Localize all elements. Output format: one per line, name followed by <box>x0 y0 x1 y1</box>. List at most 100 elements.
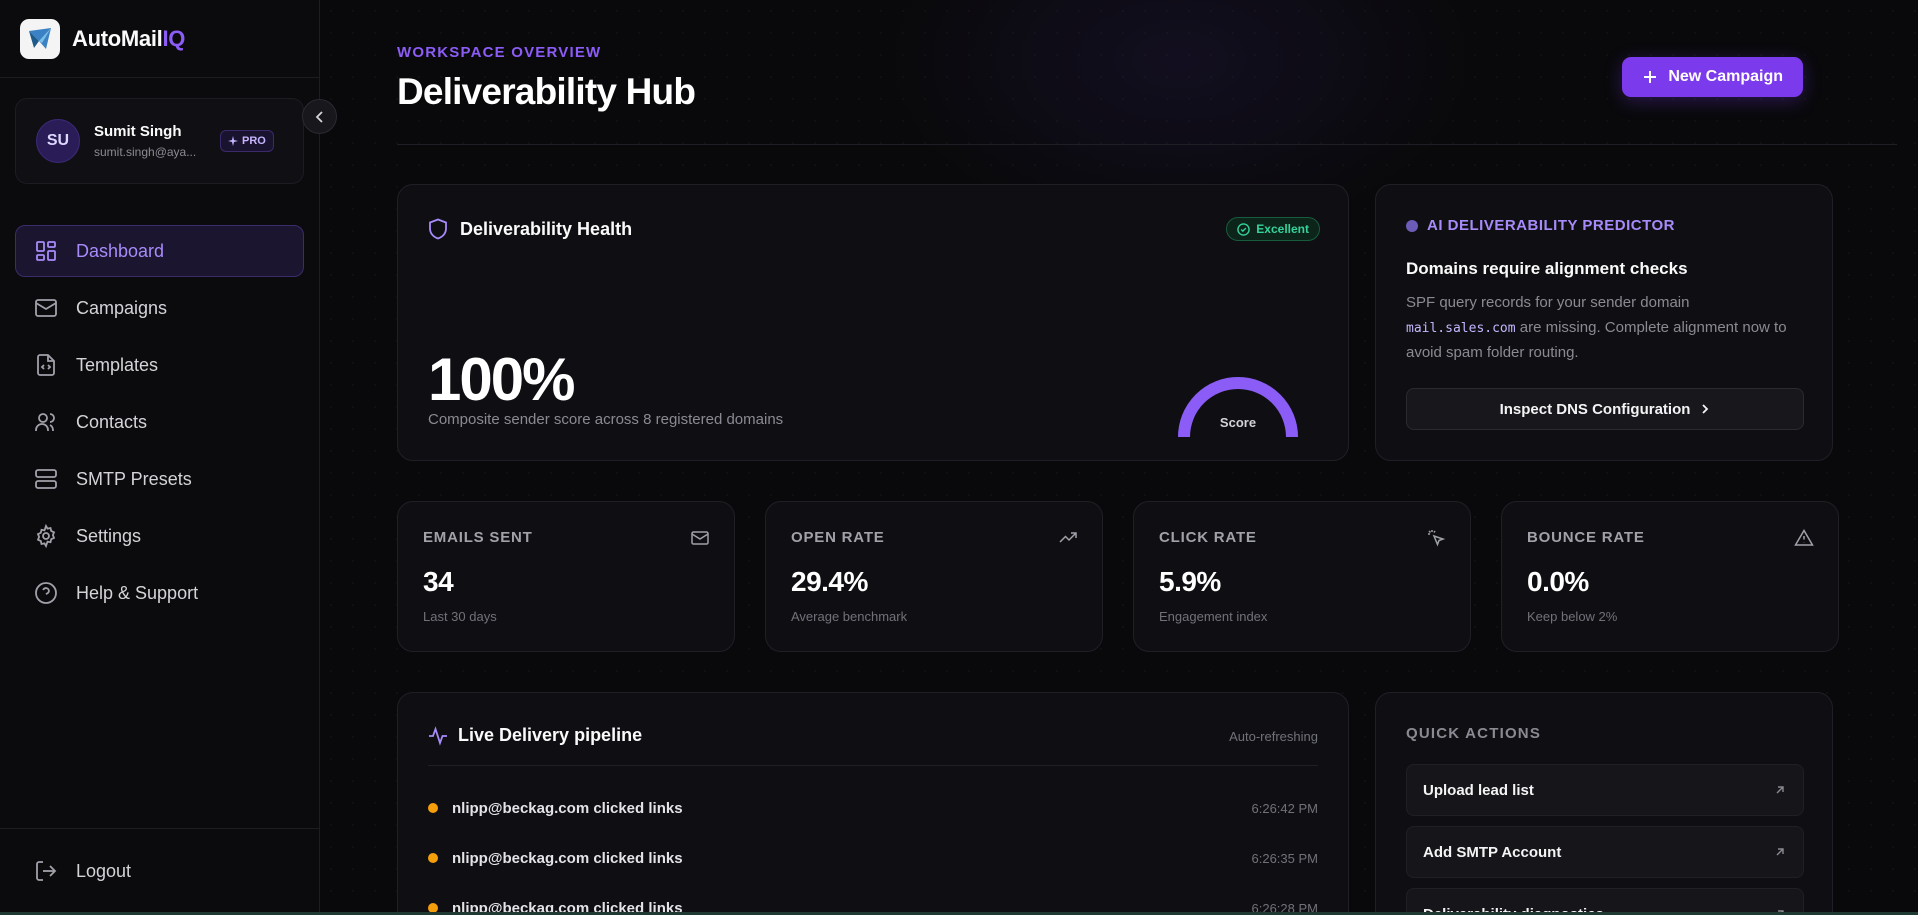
ai-status-dot <box>1406 219 1418 232</box>
user-card[interactable]: SU Sumit Singh sumit.singh@aya... PRO <box>15 98 304 184</box>
pipeline-event-list: nlipp@beckag.com clicked links 6:26:42 P… <box>428 783 1318 915</box>
health-score-subtitle: Composite sender score across 8 register… <box>428 411 784 428</box>
event-time: 6:26:35 PM <box>1251 850 1319 866</box>
ai-predictor-title: Domains require alignment checks <box>1406 259 1688 278</box>
pointer-click-icon <box>1428 530 1446 547</box>
new-campaign-label: New Campaign <box>1668 68 1783 85</box>
page-header: WORKSPACE OVERVIEW Deliverability Hub Ne… <box>397 44 1897 145</box>
quick-action-upload-lead-list[interactable]: Upload lead list <box>1406 764 1804 816</box>
mail-icon <box>691 531 709 545</box>
logout-icon <box>36 861 57 881</box>
stat-card-emails-sent: EMAILS SENT 34 Last 30 days <box>397 501 735 652</box>
sidebar-footer: Logout <box>0 828 320 915</box>
users-icon <box>35 413 55 431</box>
trending-up-icon <box>1059 532 1077 543</box>
quick-action-label: Add SMTP Account <box>1423 843 1562 861</box>
stat-value: 34 <box>423 566 454 597</box>
user-info: Sumit Singh sumit.singh@aya... <box>94 123 206 159</box>
pipeline-header: Live Delivery pipeline <box>428 725 642 746</box>
file-code-icon <box>37 354 55 376</box>
stat-subtitle: Last 30 days <box>423 609 497 624</box>
stat-value: 29.4% <box>791 566 868 597</box>
sidebar-item-templates[interactable]: Templates <box>15 339 304 391</box>
live-delivery-pipeline-card: Live Delivery pipeline Auto-refreshing n… <box>397 692 1349 915</box>
sidebar-item-label: Campaigns <box>76 297 168 318</box>
shield-icon <box>429 218 447 240</box>
sidebar-item-settings[interactable]: Settings <box>15 510 304 562</box>
stat-card-bounce-rate: BOUNCE RATE 0.0% Keep below 2% <box>1501 501 1839 652</box>
pro-badge: PRO <box>220 130 274 152</box>
stat-card-open-rate: OPEN RATE 29.4% Average benchmark <box>765 501 1103 652</box>
sidebar-item-label: Contacts <box>76 411 148 432</box>
logout-button[interactable]: Logout <box>15 845 305 897</box>
ai-predictor-header: AI DELIVERABILITY PREDICTOR <box>1406 217 1675 234</box>
stat-subtitle: Keep below 2% <box>1527 609 1618 624</box>
gear-icon <box>36 524 56 548</box>
server-icon <box>35 469 57 489</box>
gauge-label-wrap: Score <box>1168 185 1308 462</box>
quick-actions-card: QUICK ACTIONS Upload lead list Add SMTP … <box>1375 692 1833 915</box>
sparkle-icon <box>228 136 238 146</box>
pipeline-status: Auto-refreshing <box>1229 729 1318 744</box>
sidebar-item-label: Dashboard <box>76 240 165 261</box>
plus-icon <box>1644 71 1657 83</box>
event-time: 6:26:42 PM <box>1251 800 1319 816</box>
sidebar-item-dashboard[interactable]: Dashboard <box>15 225 304 277</box>
sidebar-item-smtp-presets[interactable]: SMTP Presets <box>15 453 304 505</box>
inspect-dns-button[interactable]: Inspect DNS Configuration <box>1406 388 1804 430</box>
help-circle-icon <box>35 582 57 604</box>
alert-triangle-icon <box>1794 529 1814 546</box>
dashboard-icon <box>36 241 56 261</box>
stat-value: 0.0% <box>1527 566 1589 597</box>
arrow-up-right-icon <box>1776 786 1784 794</box>
chevron-right-icon <box>1702 404 1709 414</box>
sidebar-collapse-button[interactable] <box>302 99 337 134</box>
health-score-value: 100% <box>428 346 575 413</box>
ai-predictor-body: SPF query records for your sender domain… <box>1406 294 1787 361</box>
health-title: Deliverability Health <box>460 218 633 239</box>
sidebar-nav: Dashboard Campaigns Templates Contacts S… <box>15 225 304 624</box>
quick-action-add-smtp-account[interactable]: Add SMTP Account <box>1406 826 1804 878</box>
brand-name: AutoMailIQ <box>72 25 186 51</box>
quick-actions-label: QUICK ACTIONS <box>1406 725 1542 742</box>
chevron-left-icon <box>315 110 323 123</box>
stat-label: EMAILS SENT <box>423 529 533 546</box>
deliverability-health-card: Deliverability Health Excellent 100% Com… <box>397 184 1349 461</box>
sidebar-item-help-support[interactable]: Help & Support <box>15 567 304 619</box>
user-email: sumit.singh@aya... <box>94 145 197 159</box>
sidebar-item-label: Templates <box>76 354 159 375</box>
list-item: nlipp@beckag.com clicked links 6:26:42 P… <box>428 783 1318 833</box>
sidebar-item-label: Settings <box>76 525 142 546</box>
brand-logo-icon <box>20 18 60 59</box>
stat-subtitle: Engagement index <box>1159 609 1268 624</box>
sidebar-item-campaigns[interactable]: Campaigns <box>15 282 304 334</box>
avatar: SU <box>36 119 80 163</box>
quick-actions-list: Upload lead list Add SMTP Account Delive… <box>1406 764 1804 915</box>
health-card-header: Deliverability Health <box>428 218 632 240</box>
pipeline-title: Live Delivery pipeline <box>458 725 643 745</box>
quick-action-deliverability-diagnostics[interactable]: Deliverability diagnostics <box>1406 888 1804 915</box>
app-root: AutoMailIQ SU Sumit Singh sumit.singh@ay… <box>0 0 1918 915</box>
divider <box>428 765 1318 766</box>
activity-icon <box>429 725 447 746</box>
event-status-dot <box>428 853 438 863</box>
ai-predictor-label: AI DELIVERABILITY PREDICTOR <box>1427 217 1675 234</box>
stat-label: CLICK RATE <box>1159 529 1257 546</box>
domain-code: mail.sales.com <box>1406 320 1516 336</box>
stat-subtitle: Average benchmark <box>791 609 908 624</box>
mail-icon <box>35 299 57 317</box>
sidebar-item-label: SMTP Presets <box>76 468 192 489</box>
user-name: Sumit Singh <box>94 123 182 140</box>
sidebar: AutoMailIQ SU Sumit Singh sumit.singh@ay… <box>0 0 320 915</box>
sidebar-item-contacts[interactable]: Contacts <box>15 396 304 448</box>
brand[interactable]: AutoMailIQ <box>0 0 319 78</box>
new-campaign-button[interactable]: New Campaign <box>1622 57 1803 97</box>
event-text: nlipp@beckag.com clicked links <box>452 849 683 867</box>
sidebar-item-label: Help & Support <box>76 582 199 603</box>
list-item: nlipp@beckag.com clicked links 6:26:28 P… <box>428 883 1318 915</box>
stat-label: BOUNCE RATE <box>1527 529 1645 546</box>
event-text: nlipp@beckag.com clicked links <box>452 799 683 817</box>
quick-action-label: Upload lead list <box>1423 781 1534 799</box>
stat-card-click-rate: CLICK RATE 5.9% Engagement index <box>1133 501 1471 652</box>
arrow-up-right-icon <box>1776 848 1784 856</box>
